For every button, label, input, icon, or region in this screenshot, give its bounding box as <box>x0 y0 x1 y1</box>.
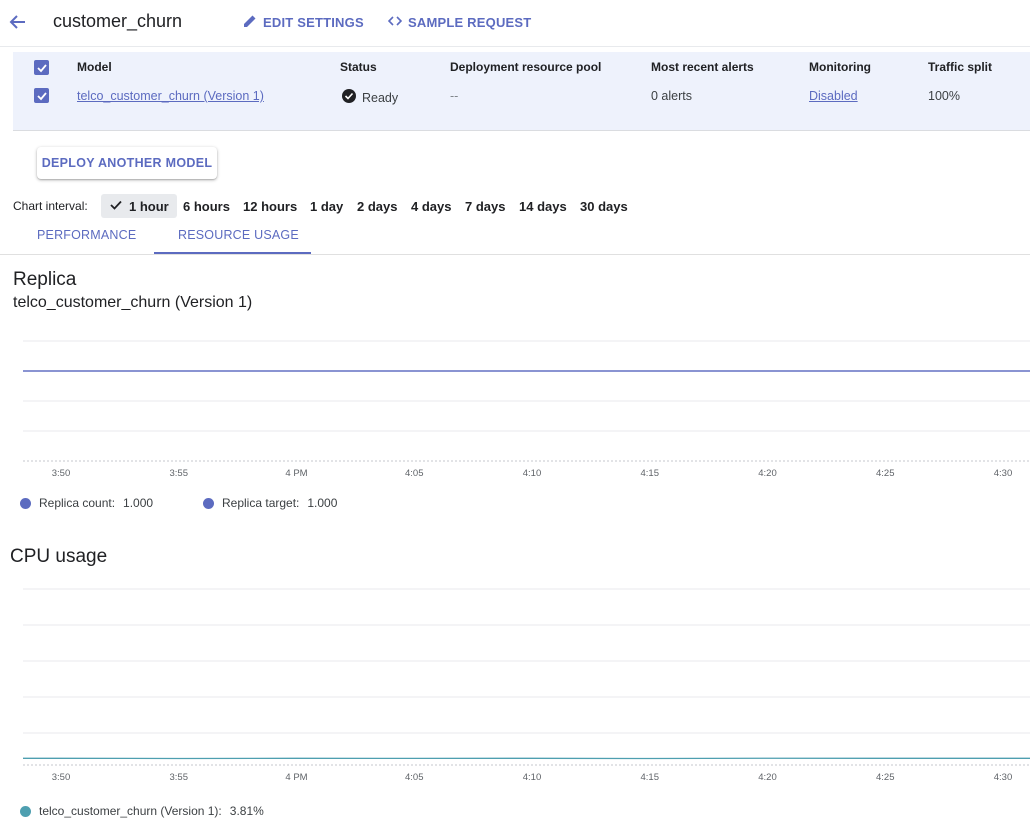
legend-dot <box>20 805 31 817</box>
traffic-split-cell: 100% <box>928 89 960 103</box>
back-arrow-icon[interactable] <box>8 12 28 32</box>
interval-option-2-days[interactable]: 2 days <box>357 194 397 218</box>
legend-value: 3.81% <box>229 804 264 818</box>
x-tick-label: 3:55 <box>170 772 189 783</box>
x-tick-label: 4:05 <box>405 772 424 783</box>
x-tick-label: 4:05 <box>405 468 424 479</box>
x-tick-label: 4:10 <box>523 772 542 783</box>
x-tick-label: 4:25 <box>876 772 895 783</box>
replica-section-title: Replica <box>13 269 77 290</box>
deploy-another-model-button[interactable]: DEPLOY ANOTHER MODEL <box>37 147 217 179</box>
check-icon <box>109 198 123 215</box>
tab-resource-usage[interactable]: RESOURCE USAGE <box>178 228 299 242</box>
tabs-divider <box>0 254 1030 255</box>
legend-cpu-usage: telco_customer_churn (Version 1): 3.81% <box>20 804 264 818</box>
column-header-alerts: Most recent alerts <box>651 60 754 74</box>
x-tick-label: 4:15 <box>641 468 660 479</box>
legend-label: telco_customer_churn (Version 1): <box>39 804 222 818</box>
legend-label: Replica target: <box>222 496 300 510</box>
legend-replica-target: Replica target: 1.000 <box>203 496 337 510</box>
legend-dot <box>203 497 214 509</box>
interval-option-14-days[interactable]: 14 days <box>519 194 567 218</box>
legend-value: 1.000 <box>123 496 154 510</box>
x-tick-label: 4:20 <box>758 772 777 783</box>
x-tick-label: 4 PM <box>285 772 307 783</box>
column-header-model: Model <box>77 60 112 74</box>
page-title: customer_churn <box>53 11 183 31</box>
pencil-icon <box>243 14 257 31</box>
pool-cell: -- <box>450 89 459 103</box>
status-cell: Ready <box>342 89 398 106</box>
interval-option-1-day[interactable]: 1 day <box>310 194 343 218</box>
x-tick-label: 4:30 <box>994 468 1013 479</box>
legend-replica-count: Replica count: 1.000 <box>20 496 153 510</box>
interval-option-12-hours[interactable]: 12 hours <box>243 194 297 218</box>
chart-interval-label: Chart interval: <box>13 199 88 213</box>
sample-request-button[interactable]: SAMPLE REQUEST <box>387 14 532 31</box>
monitoring-link[interactable]: Disabled <box>809 89 858 103</box>
x-tick-label: 4 PM <box>285 468 307 479</box>
model-link[interactable]: telco_customer_churn (Version 1) <box>77 89 264 103</box>
active-tab-indicator <box>154 252 311 254</box>
interval-option-label: 1 hour <box>129 198 169 214</box>
legend-dot <box>20 497 31 509</box>
alerts-cell: 0 alerts <box>651 89 692 103</box>
x-tick-label: 3:55 <box>170 468 189 479</box>
cpu-chart: 3:50 3:55 4 PM 4:05 4:10 4:15 4:20 4:25 4:30 <box>23 588 1030 783</box>
row-checkbox[interactable] <box>34 88 49 103</box>
legend-label: Replica count: <box>39 496 116 510</box>
cpu-section-title: CPU usage <box>10 546 108 567</box>
column-header-status: Status <box>340 60 377 74</box>
replica-section-subtitle: telco_customer_churn (Version 1) <box>13 294 253 311</box>
x-tick-label: 3:50 <box>52 468 71 479</box>
interval-option-6-hours[interactable]: 6 hours <box>183 194 230 218</box>
interval-option-30-days[interactable]: 30 days <box>580 194 628 218</box>
sample-request-label: SAMPLE REQUEST <box>408 15 532 30</box>
edit-settings-label: EDIT SETTINGS <box>263 15 364 30</box>
replica-chart: 3:50 3:55 4 PM 4:05 4:10 4:15 4:20 4:25 4:30 <box>23 340 1030 479</box>
select-all-checkbox[interactable] <box>34 60 49 75</box>
x-tick-label: 4:10 <box>523 468 542 479</box>
legend-value: 1.000 <box>307 496 338 510</box>
tab-performance[interactable]: PERFORMANCE <box>37 228 136 242</box>
x-tick-label: 4:30 <box>994 772 1013 783</box>
x-tick-label: 3:50 <box>52 772 71 783</box>
column-header-pool: Deployment resource pool <box>450 60 602 74</box>
x-tick-label: 4:20 <box>758 468 777 479</box>
check-circle-icon <box>342 89 356 106</box>
column-header-traffic: Traffic split <box>928 60 993 74</box>
code-icon <box>387 14 403 31</box>
interval-option-4-days[interactable]: 4 days <box>411 194 451 218</box>
x-tick-label: 4:15 <box>641 772 660 783</box>
status-text: Ready <box>362 90 399 105</box>
x-tick-label: 4:25 <box>876 468 895 479</box>
interval-option-7-days[interactable]: 7 days <box>465 194 505 218</box>
edit-settings-button[interactable]: EDIT SETTINGS <box>243 14 364 31</box>
column-header-monitoring: Monitoring <box>809 60 871 74</box>
interval-option-1-hour[interactable]: 1 hour <box>101 194 177 218</box>
